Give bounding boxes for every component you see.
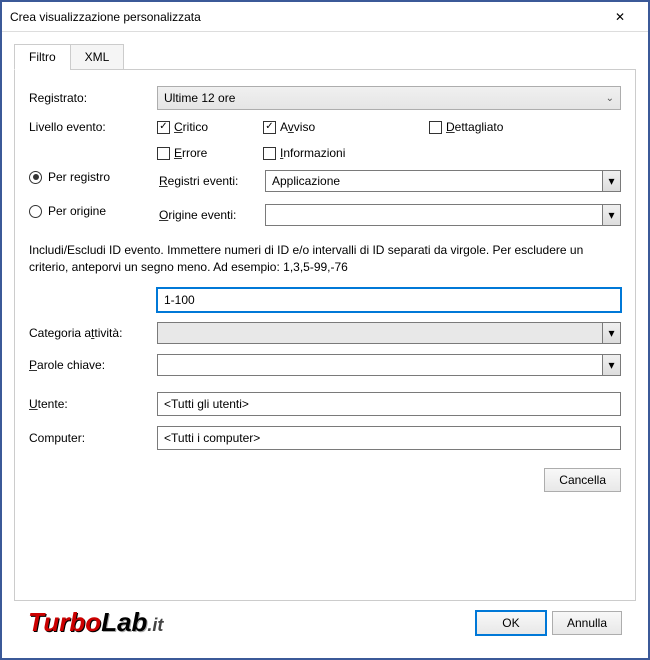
combo-origine-eventi[interactable]: ▾ bbox=[265, 204, 621, 226]
checkbox-errore-group: Errore bbox=[157, 146, 257, 160]
dialog-content: Filtro XML Registrato: Ultime 12 ore ⌄ L… bbox=[2, 32, 648, 658]
combo-parole[interactable]: ▾ bbox=[157, 354, 621, 376]
radio-per-origine-row: Per origine bbox=[29, 204, 149, 218]
input-utente[interactable] bbox=[157, 392, 621, 416]
close-icon: ✕ bbox=[615, 10, 625, 24]
row-id-evento bbox=[157, 288, 621, 312]
turbolab-logo: TurboLab.it bbox=[28, 607, 163, 638]
combo-origine-button[interactable]: ▾ bbox=[602, 205, 620, 225]
dialog-footer: TurboLab.it OK Annulla bbox=[14, 601, 636, 652]
checkbox-errore[interactable] bbox=[157, 147, 170, 160]
row-livello: Livello evento: Critico Avviso bbox=[29, 120, 621, 160]
label-avviso: Avviso bbox=[280, 120, 315, 134]
combo-categoria: ▾ bbox=[157, 322, 621, 344]
ok-button[interactable]: OK bbox=[476, 611, 546, 635]
label-parole: Parole chiave: bbox=[29, 358, 149, 372]
combo-registri-eventi[interactable]: Applicazione ▾ bbox=[265, 170, 621, 192]
checkbox-dettagliato[interactable] bbox=[429, 121, 442, 134]
label-critico: Critico bbox=[174, 120, 208, 134]
label-computer: Computer: bbox=[29, 431, 149, 445]
triangle-down-icon: ▾ bbox=[608, 358, 614, 372]
window-title: Crea visualizzazione personalizzata bbox=[10, 10, 600, 24]
chevron-down-icon: ⌄ bbox=[606, 93, 614, 104]
checkbox-critico-group: Critico bbox=[157, 120, 257, 134]
label-per-registro: Per registro bbox=[48, 170, 110, 184]
row-origine-eventi: Origine eventi: ▾ bbox=[159, 204, 621, 226]
label-registri-eventi: Registri eventi: bbox=[159, 174, 259, 188]
radio-per-origine[interactable] bbox=[29, 205, 42, 218]
filter-panel: Registrato: Ultime 12 ore ⌄ Livello even… bbox=[14, 69, 636, 601]
help-text: Includi/Escludi ID evento. Immettere num… bbox=[29, 242, 621, 276]
input-computer[interactable] bbox=[157, 426, 621, 450]
label-livello: Livello evento: bbox=[29, 120, 149, 134]
footer-buttons: OK Annulla bbox=[476, 611, 622, 635]
row-cancella: Cancella bbox=[29, 468, 621, 492]
checkbox-avviso[interactable] bbox=[263, 121, 276, 134]
source-section: Per registro Per origine Registri eventi… bbox=[29, 170, 621, 226]
input-id-evento[interactable] bbox=[157, 288, 621, 312]
radio-per-registro[interactable] bbox=[29, 171, 42, 184]
label-origine-eventi: Origine eventi: bbox=[159, 208, 259, 222]
close-button[interactable]: ✕ bbox=[600, 3, 640, 31]
triangle-down-icon: ▾ bbox=[608, 174, 614, 188]
annulla-button[interactable]: Annulla bbox=[552, 611, 622, 635]
checkbox-critico[interactable] bbox=[157, 121, 170, 134]
triangle-down-icon: ▾ bbox=[608, 326, 614, 340]
cancella-button[interactable]: Cancella bbox=[544, 468, 621, 492]
radio-per-registro-row: Per registro bbox=[29, 170, 149, 184]
label-registrato: Registrato: bbox=[29, 91, 149, 105]
row-registri-eventi: Registri eventi: Applicazione ▾ bbox=[159, 170, 621, 192]
source-fields: Registri eventi: Applicazione ▾ Origine … bbox=[159, 170, 621, 226]
radio-column: Per registro Per origine bbox=[29, 170, 149, 226]
combo-registri-value: Applicazione bbox=[266, 174, 602, 188]
select-registrato-value: Ultime 12 ore bbox=[164, 91, 235, 105]
checkbox-avviso-group: Avviso bbox=[263, 120, 363, 134]
select-registrato[interactable]: Ultime 12 ore ⌄ bbox=[157, 86, 621, 110]
tab-xml[interactable]: XML bbox=[70, 44, 125, 70]
checkbox-informazioni[interactable] bbox=[263, 147, 276, 160]
checkbox-dettagliato-group: Dettagliato bbox=[429, 120, 549, 134]
logo-lab: Lab bbox=[101, 607, 147, 638]
row-parole: Parole chiave: ▾ bbox=[29, 354, 621, 376]
row-utente: Utente: bbox=[29, 392, 621, 416]
label-informazioni: Informazioni bbox=[280, 146, 345, 160]
tab-filtro[interactable]: Filtro bbox=[14, 44, 71, 70]
triangle-down-icon: ▾ bbox=[608, 208, 614, 222]
label-errore: Errore bbox=[174, 146, 207, 160]
combo-categoria-button: ▾ bbox=[602, 323, 620, 343]
label-dettagliato: Dettagliato bbox=[446, 120, 503, 134]
dialog-window: Crea visualizzazione personalizzata ✕ Fi… bbox=[2, 2, 648, 658]
row-computer: Computer: bbox=[29, 426, 621, 450]
label-categoria: Categoria attività: bbox=[29, 326, 149, 340]
combo-registri-button[interactable]: ▾ bbox=[602, 171, 620, 191]
logo-it: .it bbox=[147, 615, 163, 636]
row-registrato: Registrato: Ultime 12 ore ⌄ bbox=[29, 86, 621, 110]
tab-strip: Filtro XML bbox=[14, 44, 636, 70]
label-utente: Utente: bbox=[29, 397, 149, 411]
checkbox-informazioni-group: Informazioni bbox=[263, 146, 383, 160]
combo-parole-button[interactable]: ▾ bbox=[602, 355, 620, 375]
label-per-origine: Per origine bbox=[48, 204, 106, 218]
row-categoria: Categoria attività: ▾ bbox=[29, 322, 621, 344]
titlebar: Crea visualizzazione personalizzata ✕ bbox=[2, 2, 648, 32]
logo-turbo: Turbo bbox=[28, 607, 101, 638]
